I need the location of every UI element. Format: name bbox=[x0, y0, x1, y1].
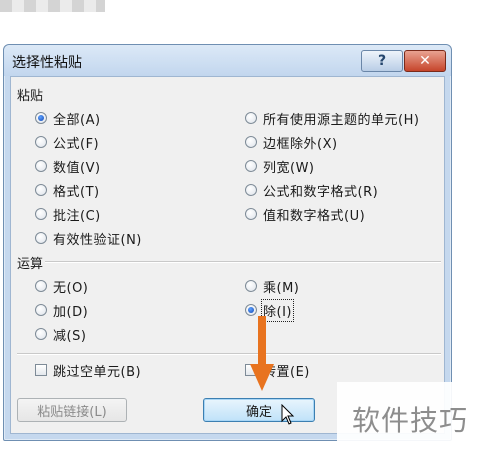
radio-paste-except-borders[interactable]: 边框除外(X) bbox=[245, 133, 338, 152]
radio-indicator bbox=[35, 280, 47, 292]
radio-indicator bbox=[35, 328, 47, 340]
radio-paste-comments[interactable]: 批注(C) bbox=[35, 205, 101, 224]
radio-indicator bbox=[35, 160, 47, 172]
radio-paste-column-widths[interactable]: 列宽(W) bbox=[245, 157, 315, 176]
radio-indicator bbox=[35, 208, 47, 220]
watermark: 软件技巧 bbox=[337, 382, 483, 455]
paste-section-label: 粘贴 bbox=[17, 89, 44, 104]
radio-label: 批注(C) bbox=[53, 208, 101, 224]
radio-indicator bbox=[35, 232, 47, 244]
watermark-text: 软件技巧 bbox=[351, 403, 468, 437]
radio-paste-values-number-formats[interactable]: 值和数字格式(U) bbox=[245, 205, 366, 224]
radio-indicator bbox=[245, 184, 257, 196]
checkbox-separator bbox=[17, 353, 441, 355]
close-button[interactable]: ✕ bbox=[404, 50, 446, 72]
paste-link-button[interactable]: 粘贴链接(L) bbox=[17, 398, 127, 422]
radio-label: 减(S) bbox=[53, 328, 87, 344]
radio-indicator bbox=[245, 208, 257, 220]
radio-indicator bbox=[245, 112, 257, 124]
down-arrow-icon bbox=[250, 316, 274, 391]
radio-paste-formulas-number-formats[interactable]: 公式和数字格式(R) bbox=[245, 181, 379, 200]
radio-op-subtract[interactable]: 减(S) bbox=[35, 325, 87, 344]
checkbox-label: 跳过空单元(B) bbox=[53, 364, 142, 380]
background-strip bbox=[0, 0, 105, 12]
radio-paste-all-source-theme[interactable]: 所有使用源主题的单元(H) bbox=[245, 109, 420, 128]
ok-button[interactable]: 确定 bbox=[203, 398, 315, 422]
radio-indicator bbox=[35, 184, 47, 196]
radio-label: 全部(A) bbox=[53, 112, 101, 128]
radio-label: 有效性验证(N) bbox=[53, 232, 142, 248]
radio-paste-formats[interactable]: 格式(T) bbox=[35, 181, 100, 200]
operation-separator bbox=[45, 261, 441, 263]
radio-indicator bbox=[35, 304, 47, 316]
radio-label: 数值(V) bbox=[53, 160, 101, 176]
radio-paste-formulas[interactable]: 公式(F) bbox=[35, 133, 100, 152]
radio-indicator bbox=[245, 136, 257, 148]
button-label: 确定 bbox=[245, 404, 272, 420]
radio-label: 格式(T) bbox=[53, 184, 100, 200]
radio-op-none[interactable]: 无(O) bbox=[35, 277, 89, 296]
radio-paste-all[interactable]: 全部(A) bbox=[35, 109, 101, 128]
radio-indicator bbox=[245, 160, 257, 172]
radio-label: 所有使用源主题的单元(H) bbox=[263, 112, 420, 128]
radio-label: 列宽(W) bbox=[263, 160, 315, 176]
checkbox-indicator bbox=[35, 364, 47, 376]
button-label: 粘贴链接(L) bbox=[37, 404, 107, 420]
close-icon: ✕ bbox=[419, 53, 431, 69]
radio-label: 公式和数字格式(R) bbox=[263, 184, 379, 200]
skip-blanks-checkbox[interactable]: 跳过空单元(B) bbox=[35, 361, 142, 380]
radio-label: 值和数字格式(U) bbox=[263, 208, 366, 224]
radio-indicator bbox=[35, 112, 47, 124]
help-button[interactable]: ? bbox=[361, 50, 403, 72]
mouse-cursor-icon bbox=[281, 404, 295, 425]
radio-label: 加(D) bbox=[53, 304, 89, 320]
radio-label: 无(O) bbox=[53, 280, 89, 296]
title-bar: 选择性粘贴 ? ✕ bbox=[4, 45, 451, 76]
dialog-body: 粘贴 全部(A) 公式(F) 数值(V) 格式(T) 批注(C) 有效性验证(N… bbox=[10, 76, 445, 434]
operation-section-label: 运算 bbox=[17, 257, 44, 272]
help-icon: ? bbox=[377, 53, 387, 69]
radio-op-multiply[interactable]: 乘(M) bbox=[245, 277, 300, 296]
radio-indicator bbox=[35, 136, 47, 148]
radio-paste-values[interactable]: 数值(V) bbox=[35, 157, 101, 176]
radio-op-add[interactable]: 加(D) bbox=[35, 301, 89, 320]
radio-indicator bbox=[245, 304, 257, 316]
radio-label: 公式(F) bbox=[53, 136, 100, 152]
radio-indicator bbox=[245, 280, 257, 292]
dialog-title: 选择性粘贴 bbox=[12, 55, 82, 71]
radio-label: 边框除外(X) bbox=[263, 136, 338, 152]
radio-label: 乘(M) bbox=[263, 280, 300, 296]
radio-paste-validation[interactable]: 有效性验证(N) bbox=[35, 229, 142, 248]
